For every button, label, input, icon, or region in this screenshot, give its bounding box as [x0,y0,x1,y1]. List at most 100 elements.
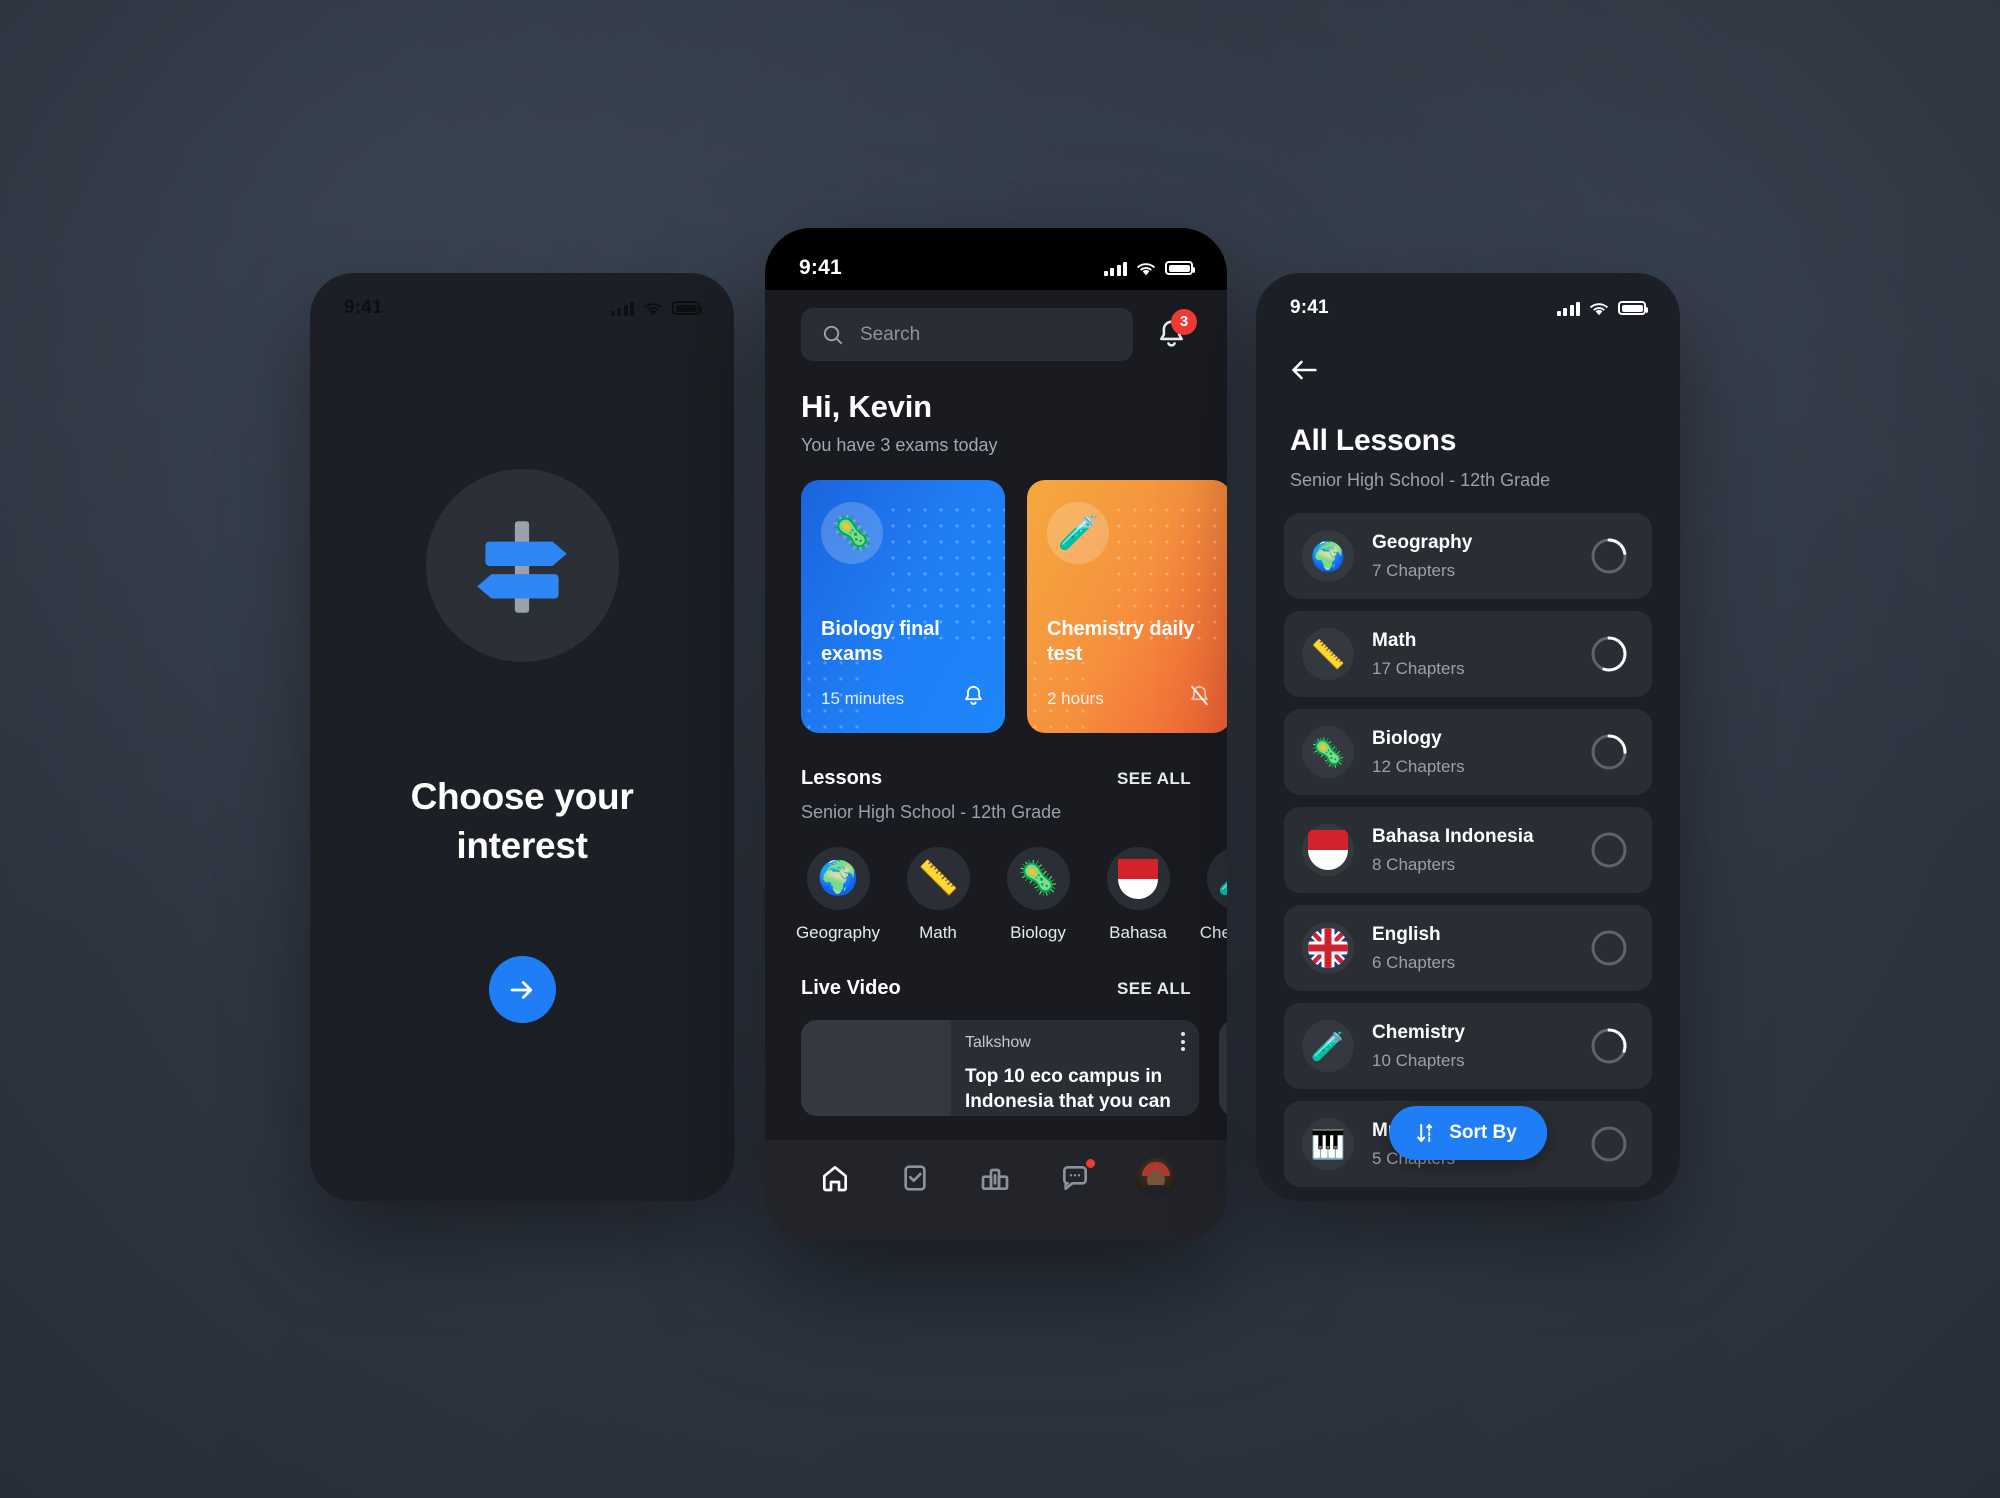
search-input[interactable]: Search [801,308,1133,361]
lesson-name: Bahasa Indonesia [1372,825,1534,847]
phone-all-lessons-screen: 9:41 All Lessons Senior High School - 12… [1256,273,1680,1201]
lesson-text: Geography 7 Chapters [1372,532,1572,581]
list-item[interactable]: 🦠 Biology 12 Chapters [1284,709,1652,795]
kebab-icon[interactable] [1181,1032,1185,1051]
bell-on-icon[interactable] [962,684,985,713]
subject-item-geography[interactable]: 🌍 Geography [796,847,880,943]
page-title: All Lessons [1290,424,1457,457]
live-video-title: Top 10 eco campus in Indonesia that you … [965,1066,1171,1113]
tab-chat[interactable] [1056,1159,1095,1197]
live-video-thumbnail [1219,1020,1227,1116]
microbe-icon: 🦠 [1302,726,1354,778]
lesson-text: Bahasa Indonesia 8 Chapters [1372,826,1572,875]
list-item[interactable]: 🌍 Geography 7 Chapters [1284,513,1652,599]
wifi-icon [1589,301,1609,316]
sort-by-button[interactable]: Sort By [1389,1106,1547,1160]
exam-cards-carousel[interactable]: 🦠 Biology final exams 15 minutes 🧪 Chemi… [765,456,1227,733]
subject-label: Biology [1010,923,1066,942]
greeting-block: Hi, Kevin You have 3 exams today [765,361,1227,456]
battery-icon [1618,301,1648,315]
ruler-icon: 📏 [1302,628,1354,680]
lesson-name: Geography [1372,531,1473,553]
battery-icon [672,301,702,315]
status-indicators [1556,301,1648,316]
all-lessons-header: All Lessons Senior High School - 12th Gr… [1256,388,1680,491]
tab-home[interactable] [816,1159,854,1197]
bell-off-icon[interactable] [1188,684,1211,713]
lessons-see-all-link[interactable]: SEE ALL [1117,769,1191,789]
progress-ring [1590,1027,1628,1065]
lesson-chapters: 12 Chapters [1372,756,1465,776]
subject-label: Chemistry [1199,923,1227,942]
avatar[interactable] [1136,1158,1176,1198]
back-button[interactable] [1256,329,1680,388]
tab-tasks[interactable] [896,1159,934,1197]
ruler-icon: 📏 [906,847,970,910]
lesson-chapters: 8 Chapters [1372,854,1456,874]
exam-card-title: Chemistry daily test [1047,617,1195,666]
lesson-list: 🌍 Geography 7 Chapters 📏 Math 17 Chapter… [1256,491,1680,1187]
subject-label: Geography [795,923,881,942]
biology-icon: 🦠 [821,502,883,564]
exam-card[interactable]: 🦠 Biology final exams 15 minutes [801,480,1005,733]
progress-ring [1590,537,1628,575]
exam-card[interactable]: 🧪 Chemistry daily test 2 hours [1027,480,1227,733]
subject-item-chemistry[interactable]: 🧪 Chemistry [1199,847,1227,943]
flask-icon: 🧪 [1206,847,1227,910]
geography-icon: 🌍 [1302,530,1354,582]
sort-by-label: Sort By [1449,1122,1517,1143]
notification-badge: 3 [1171,308,1197,335]
subject-carousel[interactable]: 🌍 Geography 📏 Math 🦠 Biology Bahasa 🧪 Ch… [765,823,1227,943]
lesson-chapters: 10 Chapters [1372,1050,1465,1070]
search-row: Search 3 [765,290,1227,361]
lesson-name: Math [1372,629,1417,651]
progress-ring [1590,1125,1628,1163]
list-item[interactable]: 📏 Math 17 Chapters [1284,611,1652,697]
search-icon [821,323,844,346]
tab-leaderboard[interactable] [976,1159,1014,1197]
list-item[interactable]: English 6 Chapters [1284,905,1652,991]
subject-label: Bahasa [1109,923,1167,942]
lesson-chapters: 7 Chapters [1372,560,1456,580]
lesson-chapters: 6 Chapters [1372,952,1456,972]
podium-icon [981,1168,1009,1190]
live-video-card[interactable]: Webinar How to study smart [1219,1020,1227,1116]
page-subtitle: Senior High School - 12th Grade [1290,470,1551,490]
list-item[interactable]: Bahasa Indonesia 8 Chapters [1284,807,1652,893]
arrow-left-icon [1292,360,1317,380]
sort-icon [1417,1124,1434,1142]
lesson-text: Chemistry 10 Chapters [1372,1022,1572,1071]
exam-card-footer: 15 minutes [821,684,985,713]
subject-item-math[interactable]: 📏 Math [901,847,975,943]
subject-item-biology[interactable]: 🦠 Biology [1001,847,1075,943]
live-video-card[interactable]: Talkshow Top 10 eco campus in Indonesia … [801,1020,1199,1116]
live-video-tag: Talkshow [965,1034,1031,1051]
lesson-name: English [1372,923,1441,945]
live-see-all-link[interactable]: SEE ALL [1117,979,1191,999]
greeting-name: Hi, Kevin [801,389,932,424]
status-time: 9:41 [799,256,842,279]
geography-icon: 🌍 [806,847,870,910]
subject-item-bahasa[interactable]: Bahasa [1101,847,1175,943]
exam-card-time: 2 hours [1047,688,1104,708]
phone-onboarding-screen: 9:41 Choose your interest [310,273,734,1201]
status-time: 9:41 [1290,297,1329,318]
next-button[interactable] [488,956,556,1024]
status-bar-all-lessons: 9:41 [1256,273,1680,329]
lessons-section-title: Lessons [801,767,883,789]
battery-icon [1165,261,1195,275]
live-video-info: Talkshow Top 10 eco campus in Indonesia … [951,1020,1199,1116]
lesson-name: Chemistry [1372,1021,1465,1043]
live-section-header: Live Video SEE ALL [765,943,1227,1000]
live-section-title: Live Video [801,977,901,999]
list-item[interactable]: 🧪 Chemistry 10 Chapters [1284,1003,1652,1089]
flag-id-icon [1302,824,1354,876]
status-indicators [1103,261,1195,276]
exam-card-title: Biology final exams [821,617,940,666]
live-video-carousel[interactable]: Talkshow Top 10 eco campus in Indonesia … [765,1000,1227,1116]
live-video-thumbnail [801,1020,951,1116]
chemistry-icon: 🧪 [1047,502,1109,564]
notifications-button[interactable]: 3 [1151,308,1197,357]
lesson-text: English 6 Chapters [1372,924,1572,973]
search-placeholder: Search [860,323,921,345]
